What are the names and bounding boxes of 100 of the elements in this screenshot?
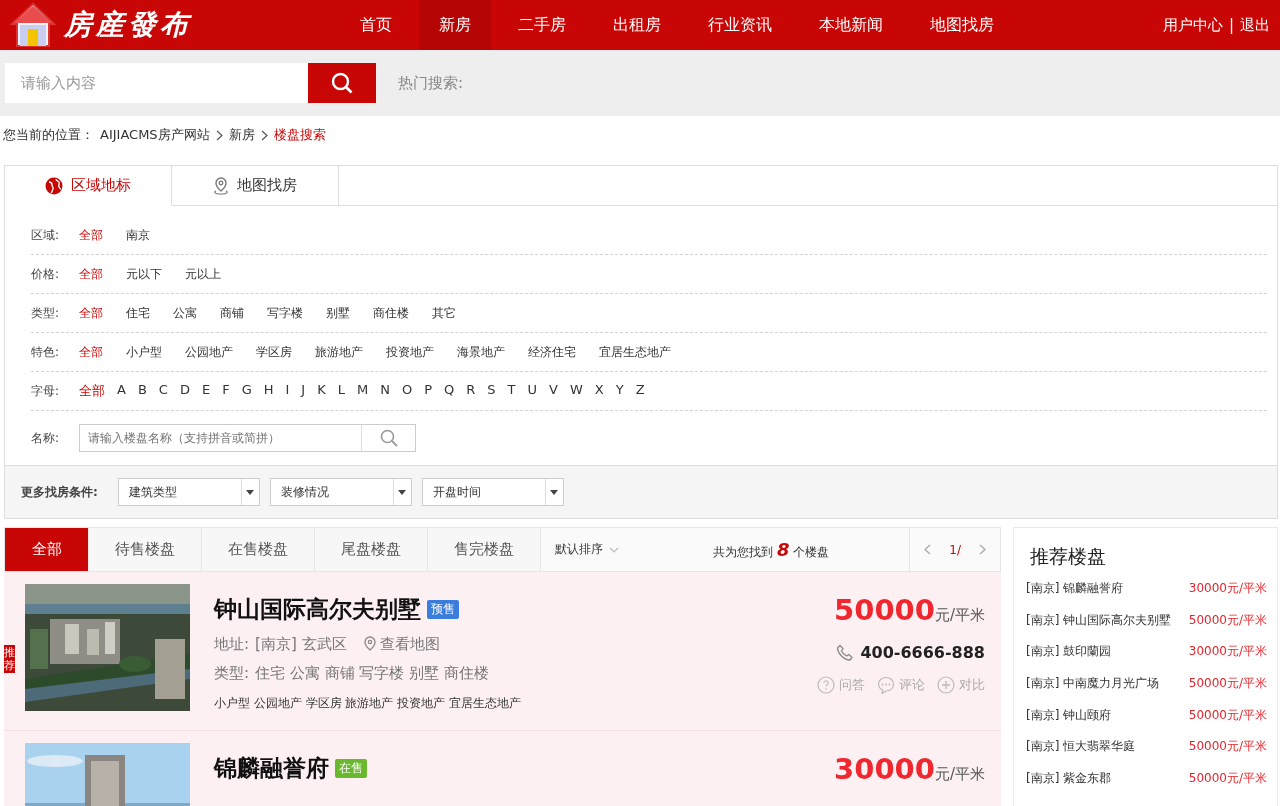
price-value: 50000 [834,593,935,627]
filter-option[interactable]: 全部 [79,226,103,244]
nav-link[interactable]: 出租房 [593,0,681,50]
dropdown[interactable]: 装修情况 [269,478,412,506]
recommended-listing-link[interactable]: [南京] 钟山国际高尔夫别墅 [1026,611,1172,644]
filter-label: 名称: [31,429,61,447]
feature-text: 小户型 公园地产 学区房 旅游地产 投资地产 宜居生态地产 [214,695,523,712]
view-map-link[interactable]: 查看地图 [362,635,440,654]
filter-option[interactable]: 商住楼 [373,304,409,322]
filter-option[interactable]: A [117,382,126,400]
filter-option[interactable]: E [201,382,211,400]
filter-option[interactable]: T [507,382,516,400]
name-search-field[interactable]: 请输入楼盘名称（支持拼音或简拼） [79,424,361,452]
filter-option[interactable]: W [569,382,583,400]
breadcrumb-link[interactable]: 楼盘搜索 [273,126,326,144]
recommended-listing-link[interactable]: [南京] 中南魔力月光广场 [1026,675,1160,707]
filter-option[interactable]: 旅游地产 [315,343,363,361]
chevron-left-icon[interactable] [924,544,932,555]
listing-title[interactable]: 锦麟融誉府 [214,753,329,784]
filter-option[interactable]: 投资地产 [386,343,434,361]
recommended-listing-link[interactable]: [南京] 恒大翡翠华庭 [1026,738,1136,771]
filter-option[interactable]: 其它 [432,304,456,322]
price-unit: 元/平米 [934,606,985,625]
filter-option[interactable]: S [487,382,496,400]
filter-option[interactable]: D [179,382,190,400]
nav-link[interactable]: 本地新闻 [799,0,903,50]
nav-link[interactable]: 行业资讯 [688,0,792,50]
phone-icon [836,643,855,662]
filter-option[interactable]: 写字楼 [267,304,303,322]
globe-icon [45,176,63,195]
filter-option[interactable]: 南京 [126,226,150,244]
filter-option[interactable]: L [337,382,345,400]
filter-option[interactable]: 全部 [79,343,103,361]
filter-option[interactable]: P [424,382,432,400]
search-field[interactable]: 请输入内容 [5,63,308,103]
filter-option[interactable]: 公园地产 [185,343,233,361]
filter-option[interactable]: 经济住宅 [528,343,576,361]
filter-option[interactable]: 全部 [79,382,105,400]
breadcrumb-link[interactable]: AIJIACMS房产网站 [100,126,210,144]
filter-option[interactable]: B [137,382,147,400]
breadcrumb-link[interactable]: 新房 [228,126,255,144]
filter-option[interactable]: Y [615,382,624,400]
filter-option[interactable]: 全部 [79,265,103,283]
filter-option[interactable]: H [263,382,274,400]
filter-option[interactable]: X [594,382,604,400]
chevron-right-icon [260,129,268,141]
search-button[interactable] [361,424,416,452]
filter-option[interactable]: I [285,382,290,400]
filter-option[interactable]: V [549,382,558,400]
filter-option[interactable]: 小户型 [126,343,162,361]
filter-option[interactable]: O [401,382,413,400]
search-icon [331,72,353,94]
filter-option[interactable]: 学区房 [256,343,292,361]
filter-option[interactable]: G [241,382,252,400]
listing-price: 50000元/平米 [1188,770,1267,788]
filter-option[interactable]: 全部 [79,304,103,322]
phone-number: 400-6666-888 [860,643,985,662]
recommended-listing-link[interactable]: [南京] 鼓印蘭园 [1026,643,1112,676]
filter-option[interactable]: 元以下 [126,265,162,283]
filter-option[interactable]: 商铺 [220,304,244,322]
dropdown[interactable]: 开盘时间 [421,478,564,506]
listing-title[interactable]: 钟山国际高尔夫别墅 [214,594,421,625]
chevron-down-icon [609,546,619,553]
filter-option[interactable]: 别墅 [326,304,350,322]
status-tab[interactable]: 全部 [5,528,89,571]
search-button[interactable] [308,63,376,103]
user-link[interactable]: 退出 [1240,15,1270,35]
filter-option[interactable]: 宜居生态地产 [599,343,671,361]
listing-price: 50000元/平米 [1188,706,1267,724]
listing-price: 50000元/平米 [1188,611,1267,629]
dropdown[interactable]: 建筑类型 [117,478,260,506]
user-link[interactable]: 用户中心 [1162,15,1223,35]
filter-option[interactable]: 公寓 [173,304,197,322]
filter-option[interactable]: K [317,382,326,400]
nav-link[interactable]: 地图找房 [910,0,1014,50]
filter-option[interactable]: 元以上 [185,265,221,283]
plus-icon [937,676,955,694]
filter-label: 字母: [31,382,61,400]
filter-option[interactable]: M [356,382,369,400]
sort-dropdown[interactable]: 默认排序 [541,541,633,558]
type-label: 类型: [214,664,250,683]
filter-option[interactable]: U [527,382,537,400]
filter-option[interactable]: 海景地产 [457,343,505,361]
filter-option[interactable]: 住宅 [126,304,150,322]
filter-option[interactable]: R [466,382,476,400]
site-logo-text[interactable]: 房産發布 [64,6,192,44]
recommended-listing-link[interactable]: [南京] 锦麟融誉府 [1026,580,1124,612]
chevron-right-icon[interactable] [979,544,986,555]
filter-tab[interactable]: 区域地标 [5,166,172,206]
nav-link[interactable]: 二手房 [498,0,586,50]
filter-option[interactable]: F [222,382,230,400]
nav-link[interactable]: 新房 [419,0,491,50]
filter-option[interactable]: J [301,382,306,400]
nav-link[interactable]: 首页 [340,0,412,50]
recommended-listing-link[interactable]: [南京] 紫金东郡 [1026,770,1112,802]
filter-option[interactable]: N [380,382,390,400]
filter-option[interactable]: C [158,382,168,400]
filter-option[interactable]: Q [444,382,455,400]
recommended-listing-link[interactable]: [南京] 钟山颐府 [1026,706,1112,739]
filter-option[interactable]: Z [635,382,645,400]
